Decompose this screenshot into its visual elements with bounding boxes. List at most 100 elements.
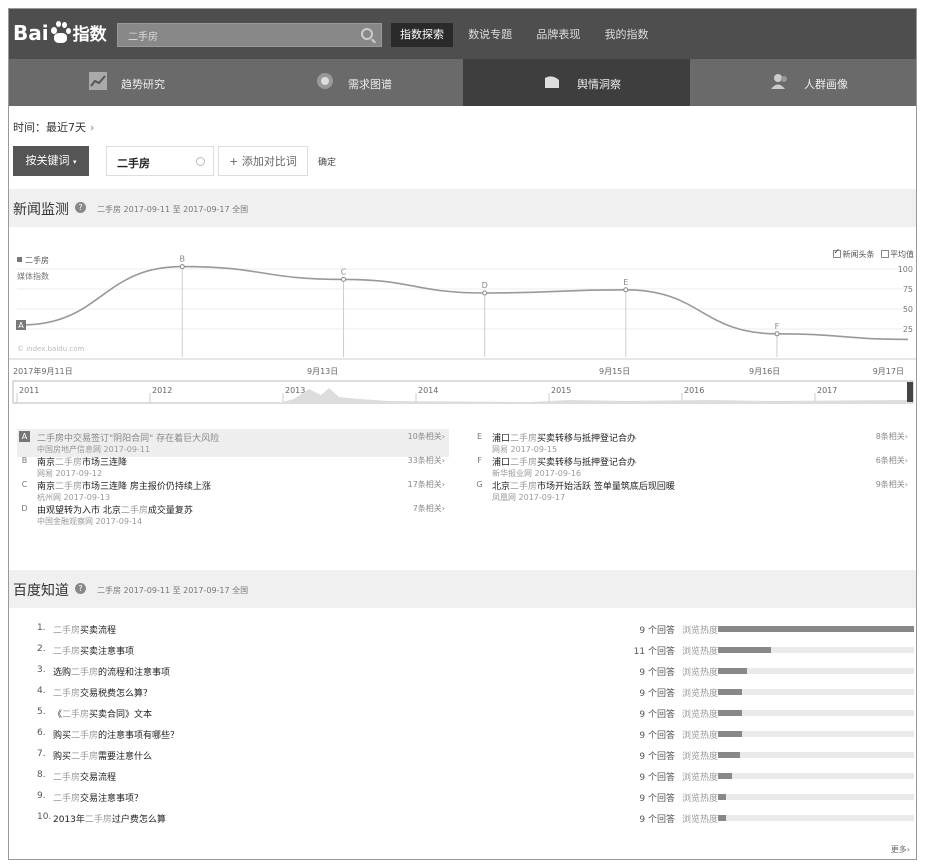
help-icon[interactable]: ? — [75, 583, 86, 594]
news-title[interactable]: 南京二手房市场三连降 — [37, 455, 127, 468]
news-title[interactable]: 二手房中交易签订"阴阳合同" 存在着巨大风险 — [37, 431, 219, 444]
news-related-link[interactable]: 7条相关› — [413, 503, 445, 514]
news-title[interactable]: 南京二手房市场三连降 房主报价仍持续上涨 — [37, 479, 211, 492]
news-title-keyword: 二手房 — [510, 458, 538, 468]
tab-demand-map[interactable]: 需求图谱 — [236, 59, 463, 106]
question-keyword: 二手房 — [53, 689, 81, 699]
zhidao-question[interactable]: 购买二手房的注意事项有哪些？ — [53, 728, 179, 741]
heat-label: 浏览热度 — [682, 626, 719, 636]
zhidao-index: 9. — [37, 791, 46, 801]
timeline-year: 2011 — [19, 386, 39, 395]
zhidao-question[interactable]: 二手房交易税费怎么算？ — [53, 686, 152, 699]
headlines-checkbox[interactable] — [833, 247, 842, 258]
question-pre: 选购 — [53, 668, 72, 678]
zhidao-index: 8. — [37, 770, 46, 780]
y-tick-label: 75 — [903, 285, 913, 294]
search-icon[interactable] — [361, 28, 373, 40]
sub-nav: 趋势研究 需求图谱 舆情洞察 人群画像 — [9, 59, 916, 106]
zhidao-index: 3. — [37, 665, 46, 675]
zhidao-row: 3. 选购二手房的流程和注意事项 9 个回答 浏览热度 — [9, 661, 916, 682]
average-label: 平均值 — [890, 250, 914, 259]
help-icon[interactable]: ? — [75, 202, 86, 213]
news-related-link[interactable]: 10条相关› — [408, 431, 445, 442]
news-letter: C — [21, 480, 28, 489]
average-checkbox[interactable] — [881, 250, 889, 258]
clear-icon[interactable] — [196, 157, 205, 166]
heat-label: 浏览热度 — [682, 647, 719, 657]
top-nav: 指数探索 数说专题 品牌表现 我的指数 — [391, 23, 661, 47]
news-item[interactable]: D 由观望转为入市 北京二手房成交量复苏 中国金融观察网 2017-09-14 7条相… — [17, 501, 449, 529]
tab-trend-research[interactable]: 趋势研究 — [9, 59, 236, 106]
zhidao-row: 5. 《二手房买卖合同》文本 9 个回答 浏览热度 — [9, 703, 916, 724]
headlines-label: 新闻头条 — [842, 250, 875, 259]
question-keyword: 二手房 — [71, 731, 99, 741]
heat-bar-fill — [718, 794, 726, 800]
answer-count: 9 个回答 — [639, 752, 675, 762]
zhidao-index: 5. — [37, 707, 46, 717]
nav-data-topics[interactable]: 数说专题 — [459, 23, 521, 47]
question-pre: 购买 — [53, 731, 72, 741]
question-post: 的流程和注意事项 — [98, 668, 171, 678]
chart-legend[interactable]: 二手房 — [17, 255, 49, 266]
news-title-pre: 南京 — [37, 482, 56, 492]
trend-chart-icon — [89, 72, 107, 90]
heat-bar-fill — [718, 626, 914, 632]
nav-my-index[interactable]: 我的指数 — [596, 23, 658, 47]
news-title[interactable]: 浦口二手房买卖转移与抵押登记合办 — [492, 431, 636, 444]
news-title[interactable]: 由观望转为入市 北京二手房成交量复苏 — [37, 503, 193, 516]
baidu-index-logo[interactable]: Bai 指数 — [13, 19, 107, 45]
legend-label: 二手房 — [25, 256, 49, 265]
add-compare-button[interactable]: + 添加对比词 — [218, 146, 308, 176]
zhidao-row: 2. 二手房买卖注意事项 11 个回答 浏览热度 — [9, 640, 916, 661]
data-point — [179, 264, 185, 270]
zhidao-question[interactable]: 二手房交易流程 — [53, 770, 116, 783]
news-item[interactable]: G 北京二手房市场开始活跃 签单量筑底后现回暖 凤凰网 2017-09-17 9条相关… — [472, 477, 912, 505]
zhidao-row: 10. 2013年二手房过户费怎么算 9 个回答 浏览热度 — [9, 808, 916, 829]
keyword-mode-button[interactable]: 按关键词 ▾ — [13, 146, 89, 176]
time-filter[interactable]: 时间：最近7天 › — [13, 119, 94, 135]
search-input[interactable] — [118, 24, 348, 46]
news-title[interactable]: 浦口二手房买卖转移与抵押登记合办 — [492, 455, 636, 468]
news-title-pre: 由观望转为入市 北京 — [37, 506, 121, 516]
nav-brand-performance[interactable]: 品牌表现 — [527, 23, 589, 47]
user-profile-icon — [771, 74, 787, 89]
more-link[interactable]: 更多› — [891, 844, 910, 855]
news-related-link[interactable]: 8条相关› — [876, 431, 908, 442]
news-related-link[interactable]: 33条相关› — [408, 455, 445, 466]
news-title[interactable]: 北京二手房市场开始活跃 签单量筑底后现回暖 — [492, 479, 675, 492]
heat-bar-fill — [718, 731, 742, 737]
zhidao-question[interactable]: 二手房交易注意事项？ — [53, 791, 143, 804]
tab-user-profile[interactable]: 人群画像 — [690, 59, 916, 106]
answer-count: 9 个回答 — [639, 626, 675, 636]
news-related-link[interactable]: 17条相关› — [408, 479, 445, 490]
zhidao-question[interactable]: 2013年二手房过户费怎么算 — [53, 812, 166, 825]
zhidao-question[interactable]: 二手房买卖流程 — [53, 623, 116, 636]
page-frame: Bai 指数 指数探索 数说专题 品牌表现 我的指数 趋势研究 需求图 — [8, 8, 917, 860]
question-pre: 2013年 — [53, 815, 85, 825]
news-related-link[interactable]: 9条相关› — [876, 479, 908, 490]
chart-options: 新闻头条 平均值 — [833, 247, 914, 260]
tab-sentiment-insight[interactable]: 舆情洞察 — [463, 59, 690, 106]
chevron-right-icon: › — [90, 121, 95, 134]
heat-bar-track — [718, 689, 914, 695]
confirm-button[interactable]: 确定 — [318, 155, 336, 168]
news-title-post: 市场三连降 — [82, 458, 128, 468]
data-point — [623, 287, 629, 293]
news-title-pre: 北京 — [492, 482, 511, 492]
timeline-year: 2014 — [418, 386, 438, 395]
zhidao-question[interactable]: 二手房买卖注意事项 — [53, 644, 134, 657]
news-related-link[interactable]: 6条相关› — [876, 455, 908, 466]
zhidao-question[interactable]: 购买二手房需要注意什么 — [53, 749, 152, 762]
nav-index-explore[interactable]: 指数探索 — [391, 23, 453, 47]
question-post: 的注意事项有哪些？ — [98, 731, 180, 741]
zhidao-question[interactable]: 选购二手房的流程和注意事项 — [53, 665, 170, 678]
zhidao-question[interactable]: 《二手房买卖合同》文本 — [53, 707, 152, 720]
question-keyword: 二手房 — [71, 752, 99, 762]
event-label: D — [482, 281, 488, 290]
timeline-handle — [907, 382, 913, 402]
question-post: 过户费怎么算 — [111, 815, 166, 825]
zhidao-row: 8. 二手房交易流程 9 个回答 浏览热度 — [9, 766, 916, 787]
keyword-field[interactable]: 二手房 — [106, 146, 214, 176]
logo-cn: 指数 — [72, 25, 107, 45]
heat-bar-track — [718, 626, 914, 632]
